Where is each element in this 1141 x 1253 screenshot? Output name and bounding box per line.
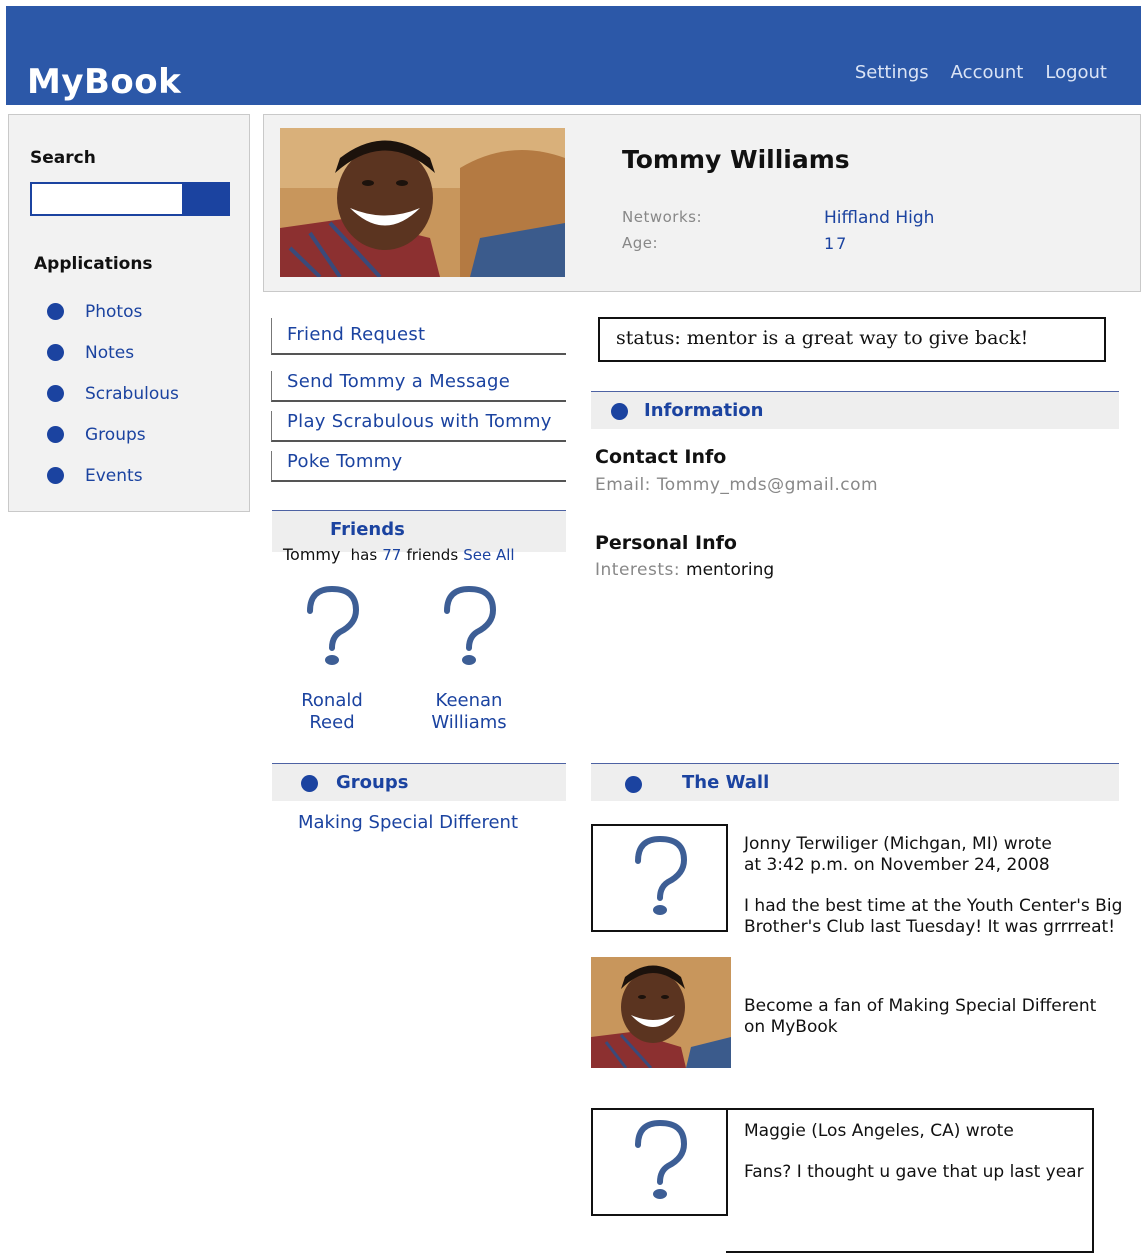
- profile-header: Tommy Williams Networks: Hiffland High A…: [263, 114, 1141, 292]
- account-link[interactable]: Account: [951, 62, 1024, 83]
- friend-name: Keenan Williams: [431, 690, 507, 733]
- search-box: [30, 182, 230, 216]
- wall-post-body: I had the best time at the Youth Center'…: [744, 896, 1123, 916]
- see-all-friends-link[interactable]: See All: [463, 546, 514, 564]
- wall-post-author: Maggie (Los Angeles, CA) wrote: [744, 1121, 1014, 1141]
- friend-request-link[interactable]: Friend Request: [271, 318, 566, 355]
- question-mark-icon: [444, 585, 497, 665]
- status-box: status: mentor is a great way to give ba…: [598, 317, 1106, 362]
- play-scrabulous-link[interactable]: Play Scrabulous with Tommy: [271, 411, 566, 442]
- wall-post: Become a fan of Making Special Different…: [744, 996, 1096, 1038]
- bullet-dot-icon: [625, 776, 642, 793]
- email-value[interactable]: Tommy_mds@gmail.com: [657, 475, 878, 495]
- wall-post-body: on MyBook: [744, 1017, 838, 1037]
- search-input[interactable]: [32, 184, 182, 214]
- group-link[interactable]: Making Special Different: [298, 812, 518, 833]
- bullet-dot-icon: [47, 426, 64, 443]
- profile-name: Tommy Williams: [622, 145, 850, 174]
- poke-link[interactable]: Poke Tommy: [271, 451, 566, 482]
- top-nav: Settings Account Logout: [855, 62, 1107, 83]
- bullet-dot-icon: [611, 403, 628, 420]
- email-row: Email: Tommy_mds@gmail.com: [595, 475, 879, 495]
- app-item-notes[interactable]: Notes: [47, 332, 179, 373]
- question-mark-icon: [307, 585, 360, 665]
- networks-value[interactable]: Hiffland High: [824, 208, 934, 228]
- app-item-photos[interactable]: Photos: [47, 291, 179, 332]
- groups-section-header: Groups: [272, 763, 566, 801]
- bullet-dot-icon: [47, 467, 64, 484]
- wall-post-avatar[interactable]: [591, 824, 728, 932]
- bullet-dot-icon: [47, 303, 64, 320]
- age-label: Age:: [622, 234, 659, 252]
- personal-info-heading: Personal Info: [595, 532, 737, 554]
- logout-link[interactable]: Logout: [1045, 62, 1107, 83]
- profile-actions: Friend Request Send Tommy a Message Play…: [271, 318, 566, 482]
- wall-post: Jonny Terwiliger (Michgan, MI) wrote at …: [744, 834, 1122, 938]
- search-button[interactable]: [182, 184, 228, 214]
- bullet-dot-icon: [301, 775, 318, 792]
- interests-value: mentoring: [686, 560, 775, 580]
- groups-title: Groups: [336, 772, 409, 793]
- wall-section-header: The Wall: [591, 763, 1119, 801]
- friend-name: Ronald Reed: [301, 690, 363, 733]
- contact-info-heading: Contact Info: [595, 446, 727, 468]
- wall-title: The Wall: [682, 772, 770, 793]
- app-item-groups[interactable]: Groups: [47, 414, 179, 455]
- search-label: Search: [30, 148, 96, 168]
- app-item-events[interactable]: Events: [47, 455, 179, 496]
- profile-photo[interactable]: [280, 128, 565, 277]
- friends-count: Tommy has 77 friends See All: [283, 545, 515, 564]
- bullet-dot-icon: [47, 344, 64, 361]
- age-value: 17: [824, 234, 849, 253]
- wall-post-body: Become a fan of Making Special Different: [744, 996, 1097, 1016]
- friend-card[interactable]: Keenan Williams: [409, 585, 529, 734]
- information-section-header: Information: [591, 391, 1119, 429]
- networks-label: Networks:: [622, 208, 702, 226]
- friend-card[interactable]: Ronald Reed: [272, 585, 392, 734]
- app-item-scrabulous[interactable]: Scrabulous: [47, 373, 179, 414]
- question-mark-icon: [634, 1120, 687, 1199]
- wall-post-time: at 3:42 p.m. on November 24, 2008: [744, 855, 1050, 875]
- wall-post: Maggie (Los Angeles, CA) wrote Fans? I t…: [744, 1121, 1084, 1183]
- information-title: Information: [644, 400, 764, 421]
- bullet-dot-icon: [47, 385, 64, 402]
- applications-list: Photos Notes Scrabulous Groups Events: [47, 291, 179, 496]
- friends-title: Friends: [330, 519, 405, 540]
- question-mark-icon: [634, 836, 687, 915]
- send-message-link[interactable]: Send Tommy a Message: [271, 371, 566, 402]
- applications-label: Applications: [34, 254, 153, 274]
- sidebar: Search Applications Photos Notes Scrabul…: [8, 114, 250, 512]
- wall-post-avatar[interactable]: [591, 1108, 728, 1216]
- app-logo[interactable]: MyBook: [27, 62, 181, 102]
- interests-row: Interests: mentoring: [595, 560, 775, 580]
- wall-post-photo[interactable]: [591, 957, 731, 1068]
- top-bar: MyBook Settings Account Logout: [6, 6, 1141, 105]
- wall-post-author: Jonny Terwiliger (Michgan, MI) wrote: [744, 834, 1052, 854]
- settings-link[interactable]: Settings: [855, 62, 929, 83]
- wall-post-body: Fans? I thought u gave that up last year: [744, 1162, 1084, 1182]
- wall-post-body: Brother's Club last Tuesday! It was grrr…: [744, 917, 1116, 937]
